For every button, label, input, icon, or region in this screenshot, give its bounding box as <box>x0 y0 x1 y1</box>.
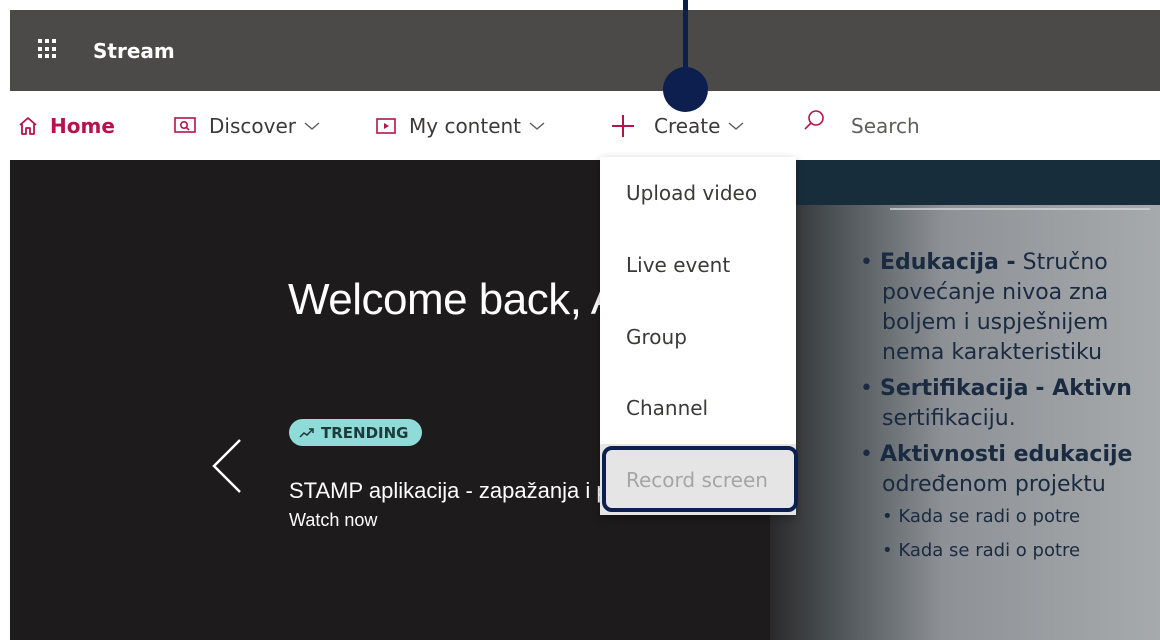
chevron-down-icon <box>728 121 744 131</box>
menu-item-group[interactable]: Group <box>600 301 796 372</box>
nav-home[interactable]: Home <box>18 91 115 160</box>
menu-item-upload-video[interactable]: Upload video <box>600 157 796 228</box>
watch-now-link[interactable]: Watch now <box>289 510 377 531</box>
plus-icon <box>610 113 636 139</box>
video-icon <box>375 116 397 136</box>
slide-text: • Edukacija - Stručno povećanje nivoa zn… <box>860 250 1133 561</box>
nav-discover-label: Discover <box>209 113 296 138</box>
menu-item-live-event[interactable]: Live event <box>600 229 796 300</box>
slide-header-band <box>770 160 1160 205</box>
app-launcher-icon[interactable] <box>38 39 58 59</box>
nav-my-content[interactable]: My content <box>375 91 545 160</box>
chevron-down-icon <box>529 121 545 131</box>
stream-window: Stream Home Discover My content Create S… <box>10 10 1160 640</box>
nav-bar: Home Discover My content Create Search <box>10 91 1160 160</box>
search-placeholder: Search <box>851 113 920 138</box>
search-box[interactable]: Search <box>803 91 920 160</box>
nav-home-label: Home <box>50 113 115 138</box>
callout-pointer-dot <box>663 67 708 112</box>
search-icon <box>803 109 825 131</box>
highlight-callout-box <box>602 446 798 512</box>
nav-discover[interactable]: Discover <box>173 91 320 160</box>
trending-label: TRENDING <box>321 423 409 442</box>
hero-carousel: • Edukacija - Stručno povećanje nivoa zn… <box>10 160 1160 640</box>
menu-item-channel[interactable]: Channel <box>600 372 796 443</box>
nav-my-content-label: My content <box>409 113 522 138</box>
nav-create-label: Create <box>654 113 721 138</box>
trending-icon <box>299 427 315 439</box>
slide-divider <box>890 208 1150 210</box>
chevron-down-icon <box>304 121 320 131</box>
suite-bar: Stream <box>10 10 1160 91</box>
home-icon <box>18 116 38 136</box>
app-title[interactable]: Stream <box>93 39 175 63</box>
discover-icon <box>173 116 197 136</box>
trending-badge: TRENDING <box>289 419 423 446</box>
chevron-left-icon[interactable] <box>210 438 242 498</box>
